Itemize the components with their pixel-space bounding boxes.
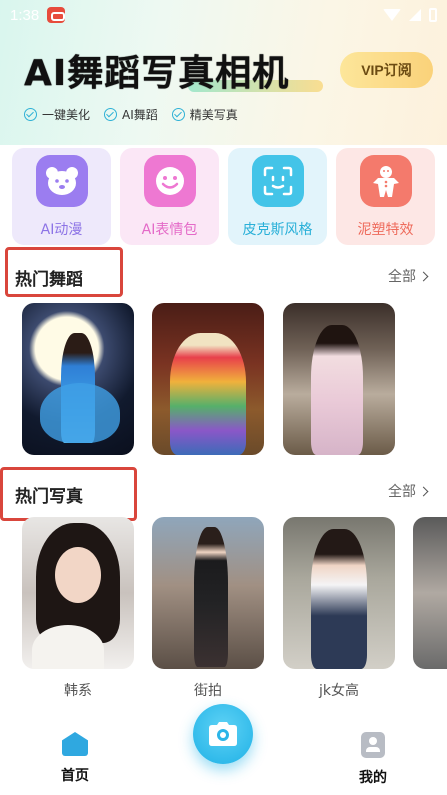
check-circle-icon bbox=[24, 108, 37, 121]
photo-see-all-link[interactable]: 全部 bbox=[388, 481, 429, 501]
feature-tag: 一键美化 bbox=[24, 106, 90, 123]
face-scan-icon bbox=[251, 155, 304, 207]
signal-icon bbox=[409, 9, 421, 21]
student-figure bbox=[311, 529, 367, 669]
vip-subscribe-button[interactable]: VIP订阅 bbox=[340, 52, 433, 88]
dancer-skirt bbox=[40, 383, 120, 443]
status-icons bbox=[383, 8, 437, 22]
profile-icon bbox=[361, 732, 385, 758]
check-circle-icon bbox=[104, 108, 118, 121]
feature-tag: AI舞蹈 bbox=[104, 106, 158, 123]
camera-icon bbox=[209, 722, 237, 746]
photo-label-1: 韩系 bbox=[64, 683, 92, 699]
photo-section-title: 热门写真 bbox=[15, 487, 83, 507]
dance-thumbnail-2[interactable] bbox=[152, 303, 264, 455]
feature-tag-label: 一键美化 bbox=[42, 108, 91, 122]
smiley-face-icon bbox=[143, 155, 196, 207]
category-pixar-style[interactable]: 皮克斯风格 bbox=[228, 148, 327, 245]
photo-thumbnail-4[interactable] bbox=[413, 517, 447, 669]
camera-button[interactable] bbox=[193, 704, 253, 764]
chevron-right-icon bbox=[418, 486, 429, 496]
category-grid: AI动漫 AI表情包 皮克斯风格 泥塑特效 bbox=[12, 148, 435, 245]
white-dog bbox=[32, 625, 104, 669]
see-all-label: 全部 bbox=[388, 484, 416, 500]
app-title: AI舞蹈写真相机 bbox=[24, 53, 290, 94]
category-clay-effect[interactable]: 泥塑特效 bbox=[336, 148, 435, 245]
chevron-right-icon bbox=[418, 271, 429, 281]
dancer-figure bbox=[311, 325, 363, 455]
bear-face-icon bbox=[35, 155, 88, 207]
feature-tag: 精美写真 bbox=[171, 106, 238, 123]
wifi-icon bbox=[383, 9, 401, 21]
category-label: AI动漫 bbox=[40, 222, 83, 238]
notification-app-icon bbox=[47, 7, 66, 23]
check-circle-icon bbox=[171, 108, 185, 121]
see-all-label: 全部 bbox=[388, 269, 416, 285]
nav-home[interactable]: 首页 bbox=[50, 732, 100, 785]
nav-mine-label: 我的 bbox=[359, 770, 387, 786]
photo-thumbnail-3[interactable] bbox=[283, 517, 395, 669]
photo-thumbnail-2[interactable] bbox=[152, 517, 264, 669]
category-ai-anime[interactable]: AI动漫 bbox=[12, 148, 111, 245]
dance-thumbnail-1[interactable] bbox=[22, 303, 134, 455]
dance-thumbnail-3[interactable] bbox=[283, 303, 395, 455]
photo-label-3: jk女高 bbox=[319, 683, 359, 699]
gingerbread-man-icon bbox=[359, 155, 412, 207]
status-bar: 1:38 bbox=[0, 0, 447, 30]
street-figure bbox=[194, 527, 228, 667]
portrait-face bbox=[55, 547, 101, 603]
dance-section-title: 热门舞蹈 bbox=[15, 270, 83, 290]
category-label: 泥塑特效 bbox=[357, 222, 414, 238]
photo-label-2: 街拍 bbox=[194, 683, 222, 699]
category-ai-sticker[interactable]: AI表情包 bbox=[120, 148, 219, 245]
feature-tag-label: 精美写真 bbox=[189, 108, 238, 122]
category-label: AI表情包 bbox=[141, 222, 198, 238]
feature-tag-label: AI舞蹈 bbox=[122, 108, 158, 122]
home-icon bbox=[62, 732, 88, 756]
battery-icon bbox=[429, 8, 437, 22]
nav-home-label: 首页 bbox=[61, 768, 89, 784]
status-time: 1:38 bbox=[10, 6, 40, 24]
photo-thumbnail-1[interactable] bbox=[22, 517, 134, 669]
dance-see-all-link[interactable]: 全部 bbox=[388, 266, 429, 286]
dancer-figure bbox=[170, 333, 246, 455]
category-label: 皮克斯风格 bbox=[242, 222, 313, 238]
nav-mine[interactable]: 我的 bbox=[348, 732, 398, 787]
feature-tags: 一键美化 AI舞蹈 精美写真 bbox=[24, 106, 238, 123]
